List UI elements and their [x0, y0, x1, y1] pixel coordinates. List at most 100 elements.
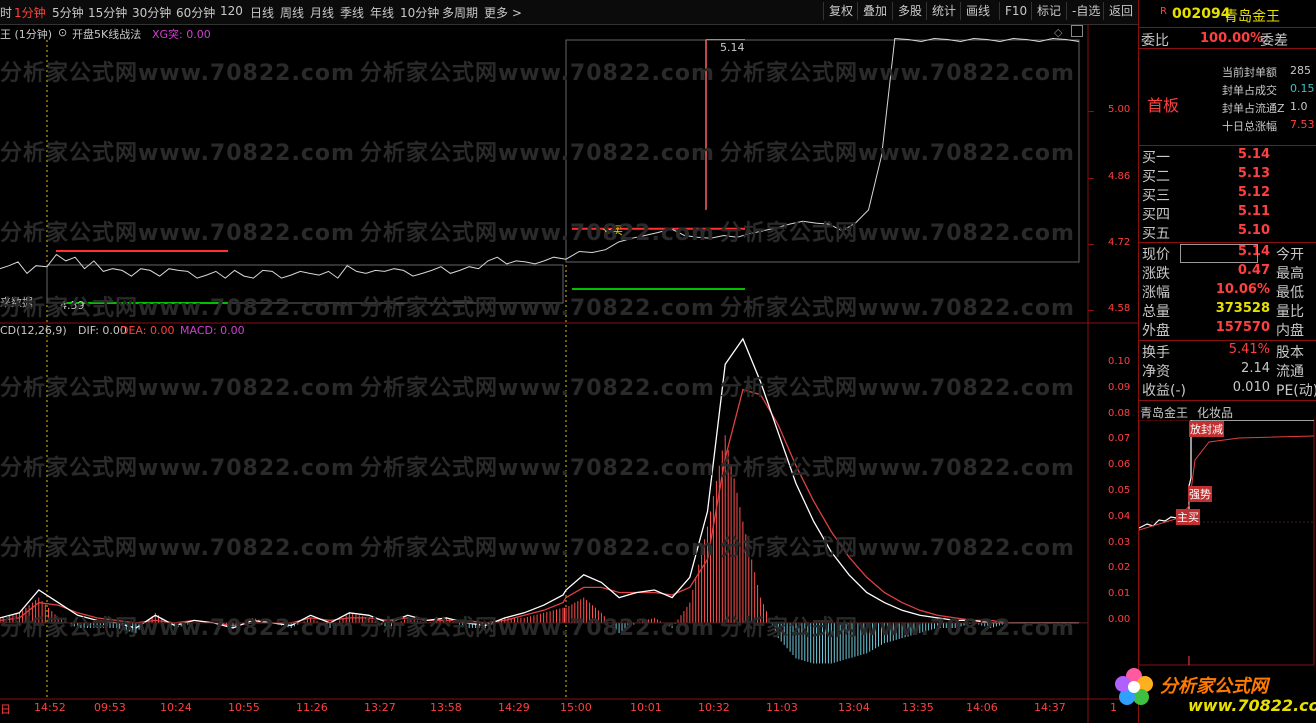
bid-row-value: 5.13	[1237, 166, 1270, 181]
watermark-text: 分析家公式网www.70822.com	[360, 456, 715, 481]
mini-tag-seal: 放封减	[1189, 421, 1224, 437]
indicator-toggle-icon[interactable]: ⊙	[58, 26, 67, 39]
macd-name: CD(12,26,9)	[0, 324, 67, 337]
quote-row-value: 373528	[1215, 301, 1270, 316]
toolbar-button-8[interactable]: 返回	[1103, 2, 1138, 20]
stat-row[interactable]: 换手 5.41% 股本	[1140, 342, 1314, 361]
period-tab-4[interactable]: 30分钟	[132, 4, 171, 21]
period-tab-0[interactable]: 时	[0, 4, 12, 21]
watermark-text: 分析家公式网www.70822.com	[360, 616, 715, 641]
bid-row[interactable]: 买一 5.14	[1140, 147, 1314, 166]
diamond-icon[interactable]: ◇	[1054, 26, 1062, 39]
bid-row-value: 5.11	[1237, 204, 1270, 219]
indicator-name[interactable]: 开盘5K线战法	[72, 26, 141, 42]
stat-row-value: 5.41%	[1228, 342, 1270, 357]
board-label: 首板	[1147, 96, 1180, 115]
mini-intraday-chart[interactable]	[1139, 420, 1315, 666]
watermark-text: 分析家公式网www.70822.com	[720, 536, 1075, 561]
stat-row-label2: 股本	[1276, 345, 1304, 361]
expand-icon[interactable]	[1071, 25, 1083, 37]
stat-row-label2: 流通	[1276, 364, 1304, 380]
watermark-text: 分析家公式网www.70822.com	[720, 141, 1075, 166]
toolbar-button-1[interactable]: 叠加	[857, 2, 892, 20]
macd-axis-label: 0.03	[1108, 536, 1131, 548]
toolbar-button-0[interactable]: 复权	[823, 2, 858, 20]
stock-code: 002094	[1172, 6, 1231, 22]
bid-row-label: 买三	[1142, 188, 1170, 204]
quote-row-label2: 量比	[1276, 304, 1304, 320]
time-axis-label: 日	[0, 703, 11, 716]
mini-avg-line	[1139, 435, 1315, 531]
stat-row-label: 净资	[1142, 364, 1170, 380]
stat-row[interactable]: 净资 2.14 流通	[1140, 361, 1314, 380]
period-tab-1[interactable]: 1分钟	[14, 4, 46, 21]
macd-value: MACD: 0.00	[180, 324, 245, 337]
bid-row[interactable]: 买五 5.10	[1140, 223, 1314, 242]
stat-row[interactable]: 收益(-) 0.010 PE(动)	[1140, 380, 1316, 399]
bid-row[interactable]: 买四 5.11	[1140, 204, 1314, 223]
stat-row-value: 0.010	[1232, 380, 1270, 395]
quote-row[interactable]: 总量 373528 量比	[1140, 301, 1314, 320]
macd-axis-label: 0.00	[1108, 614, 1131, 625]
time-axis-label: 13:04	[838, 701, 870, 714]
quote-row[interactable]: 外盘 157570 内盘	[1140, 320, 1314, 339]
toolbar-button-3[interactable]: 统计	[926, 2, 961, 20]
price-axis-tick	[1088, 111, 1094, 112]
watermark-text: 分析家公式网www.70822.com	[0, 141, 355, 166]
quote-row-label2: 最低	[1276, 285, 1304, 301]
period-tab-14[interactable]: 更多 >	[484, 4, 522, 21]
seal-info-value: 285	[1290, 64, 1311, 77]
toolbar-button-7[interactable]: -自选	[1066, 2, 1105, 20]
period-tab-9[interactable]: 月线	[310, 4, 334, 21]
quote-row-label: 涨跌	[1142, 266, 1170, 282]
period-tab-3[interactable]: 15分钟	[88, 4, 127, 21]
period-tab-12[interactable]: 10分钟	[400, 4, 439, 21]
indicator-value: XG突: 0.00	[152, 28, 211, 41]
quote-row[interactable]: 涨跌 0.47 最高	[1140, 263, 1314, 282]
seal-info-label: 当前封单额	[1222, 66, 1277, 79]
watermark-text: 分析家公式网www.70822.com	[720, 376, 1075, 401]
stat-row-label: 收益(-)	[1142, 383, 1186, 399]
toolbar-button-6[interactable]: 标记	[1031, 2, 1066, 20]
period-tab-10[interactable]: 季线	[340, 4, 364, 21]
toolbar-button-5[interactable]: F10	[999, 2, 1032, 20]
bid-row[interactable]: 买三 5.12	[1140, 185, 1314, 204]
watermark-text: 分析家公式网www.70822.com	[360, 376, 715, 401]
time-axis-label: 14:29	[498, 701, 530, 714]
period-tab-7[interactable]: 日线	[250, 4, 274, 21]
quote-row-label: 外盘	[1142, 323, 1170, 339]
stat-row-label: 换手	[1142, 345, 1170, 361]
weibi-value: 100.00%	[1200, 31, 1264, 46]
time-axis-label: 11:26	[296, 701, 328, 714]
price-axis-label: 4.58	[1108, 303, 1131, 314]
toolbar-button-2[interactable]: 多股	[892, 2, 927, 20]
period-tab-5[interactable]: 60分钟	[176, 4, 215, 21]
quote-row-label2: 内盘	[1276, 323, 1304, 339]
watermark-text: 分析家公式网www.70822.com	[720, 296, 1075, 321]
period-tab-2[interactable]: 5分钟	[52, 4, 84, 21]
period-tab-11[interactable]: 年线	[370, 4, 394, 21]
stock-name: 青岛金王	[1224, 9, 1280, 25]
watermark-text: 分析家公式网www.70822.com	[720, 456, 1075, 481]
seal-info-label: 十日总涨幅	[1222, 120, 1277, 133]
macd-axis-label: 0.07	[1108, 433, 1131, 445]
time-axis-label: 14:37	[1034, 701, 1066, 714]
industry-name[interactable]: 化妆品	[1197, 404, 1233, 421]
watermark-text: 分析家公式网www.70822.com	[0, 616, 355, 641]
bid-row-value: 5.12	[1237, 185, 1270, 200]
dea-line	[0, 388, 1079, 627]
period-tab-6[interactable]: 120	[220, 4, 243, 18]
period-tab-8[interactable]: 周线	[280, 4, 304, 21]
watermark-text: 分析家公式网www.70822.com	[0, 221, 355, 246]
watermark-text: 分析家公式网www.70822.com	[360, 61, 715, 86]
price-axis-label: 4.72	[1108, 237, 1131, 248]
watermark-text: 分析家公式网www.70822.com	[360, 296, 715, 321]
quote-row-label: 涨幅	[1142, 285, 1170, 301]
bid-row[interactable]: 买二 5.13	[1140, 166, 1314, 185]
toolbar-button-4[interactable]: 画线	[960, 2, 995, 20]
price-axis-tick	[1088, 178, 1094, 179]
period-tab-13[interactable]: 多周期	[442, 4, 478, 21]
quote-row[interactable]: 涨幅 10.06% 最低	[1140, 282, 1314, 301]
time-axis-label: 09:53	[94, 701, 126, 714]
seal-info-label: 封单占流通Z	[1222, 102, 1285, 115]
